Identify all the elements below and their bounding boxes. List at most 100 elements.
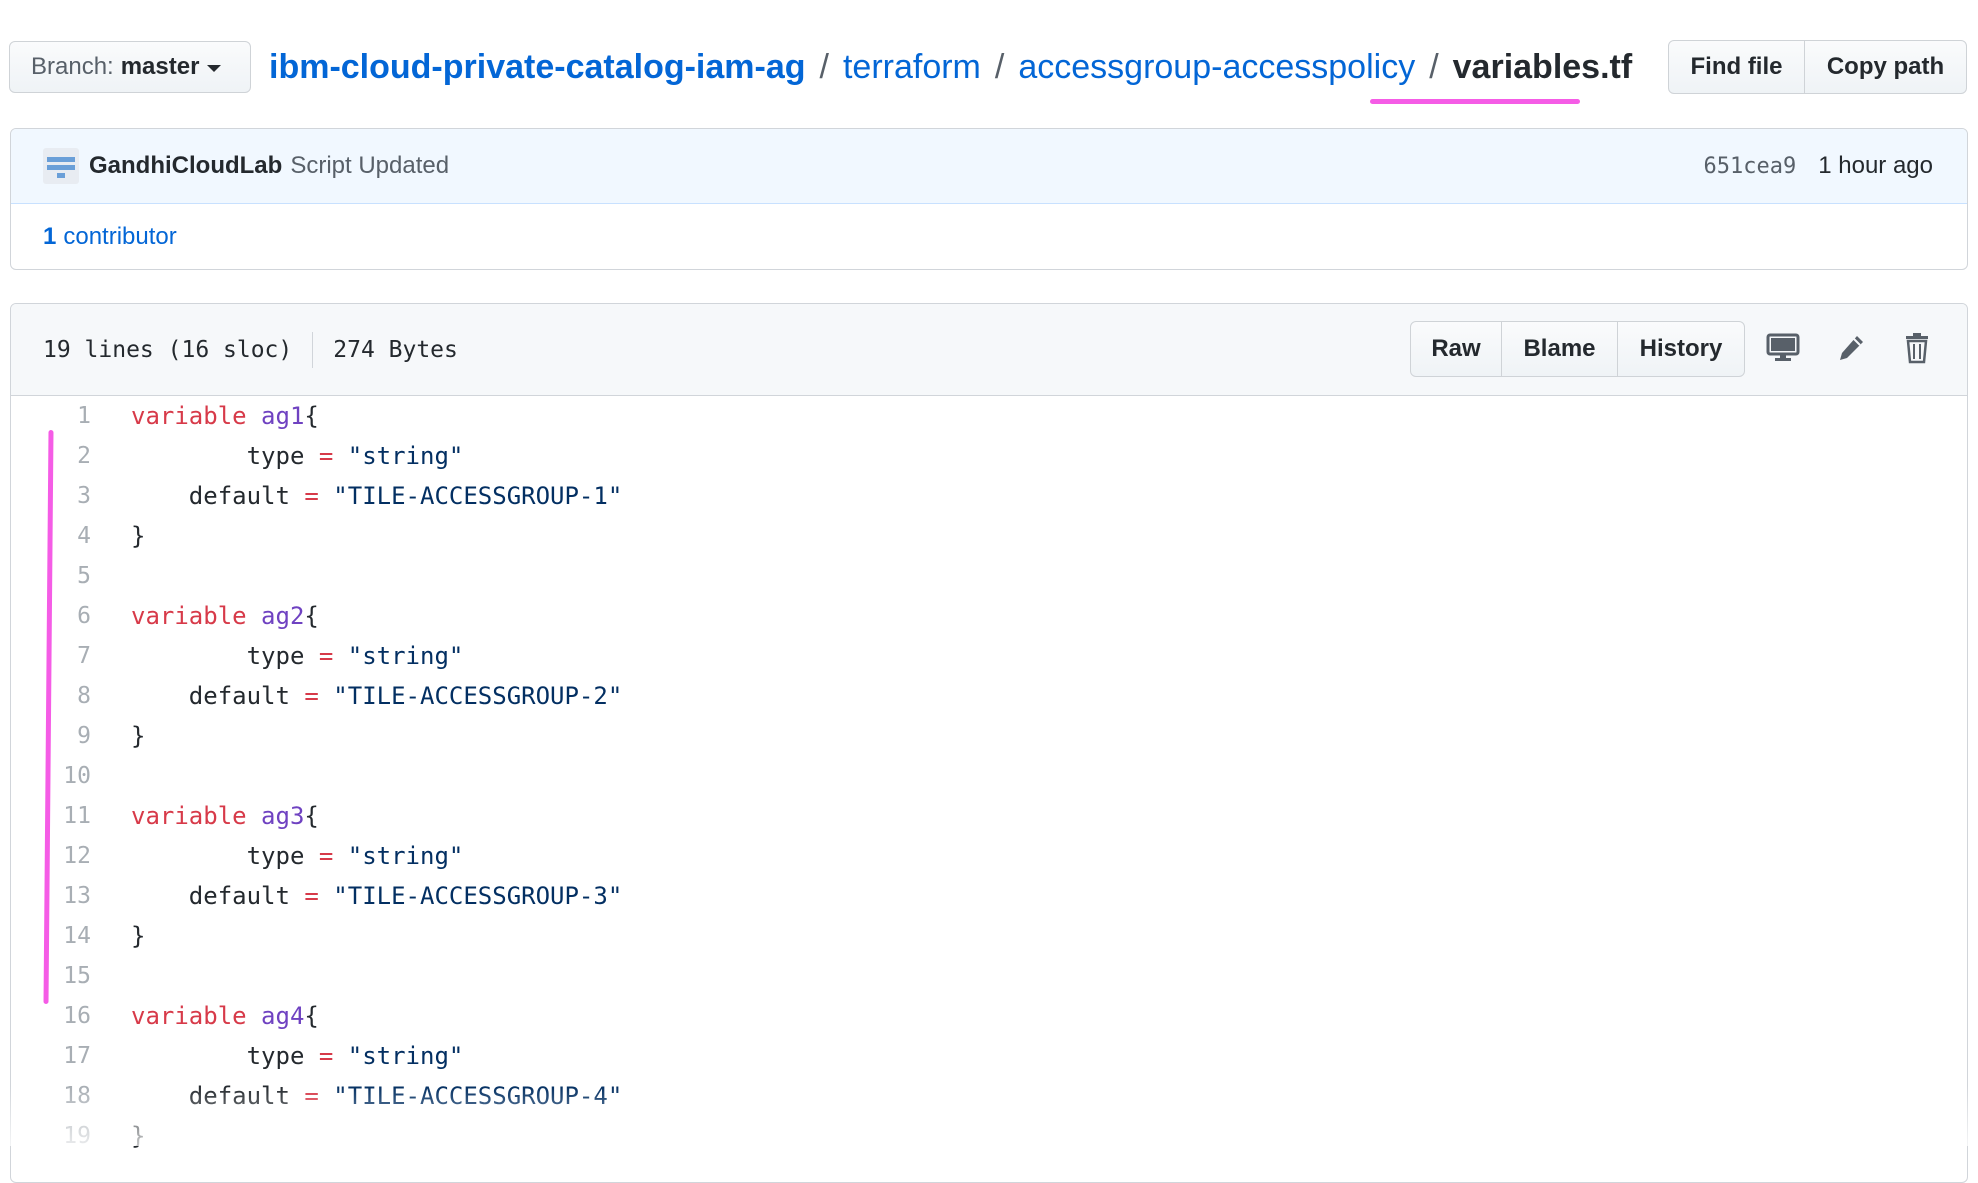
code-token: "TILE-ACCESSGROUP-1" bbox=[333, 482, 623, 510]
code-token: } bbox=[131, 922, 146, 950]
code-token: type bbox=[131, 842, 319, 870]
code-line: 2 type = "string" bbox=[11, 436, 1967, 476]
history-button[interactable]: History bbox=[1617, 321, 1745, 377]
line-number[interactable]: 12 bbox=[11, 843, 91, 869]
breadcrumb: ibm-cloud-private-catalog-iam-ag / terra… bbox=[269, 44, 1632, 90]
code-line: 4} bbox=[11, 516, 1967, 556]
line-code: default = "TILE-ACCESSGROUP-2" bbox=[91, 682, 622, 710]
breadcrumb-dir-accessgroup-accesspolicy[interactable]: accessgroup-accesspolicy bbox=[1018, 48, 1415, 87]
line-number[interactable]: 15 bbox=[11, 963, 91, 989]
desktop-icon[interactable] bbox=[1761, 326, 1805, 370]
breadcrumb-separator: / bbox=[819, 47, 829, 86]
line-number[interactable]: 19 bbox=[11, 1123, 91, 1149]
contributors-count[interactable]: 1 bbox=[43, 223, 56, 251]
commit-author-link[interactable]: GandhiCloudLab bbox=[89, 152, 282, 180]
code-line: 18 default = "TILE-ACCESSGROUP-4" bbox=[11, 1076, 1967, 1116]
commit-message-link[interactable]: Script Updated bbox=[290, 152, 449, 180]
code-token: } bbox=[131, 522, 146, 550]
file-info: 19 lines (16 sloc) 274 Bytes bbox=[43, 304, 458, 395]
breadcrumb-separator: / bbox=[1429, 47, 1439, 86]
line-number[interactable]: 18 bbox=[11, 1083, 91, 1109]
code-token: = bbox=[304, 682, 319, 710]
code-token: { bbox=[304, 802, 319, 830]
code-token: type bbox=[131, 1042, 319, 1070]
breadcrumb-current-file: variables.tf bbox=[1452, 47, 1633, 86]
contributors-row: 1 contributor bbox=[11, 204, 1967, 269]
line-number[interactable]: 11 bbox=[11, 803, 91, 829]
branch-select-button[interactable]: Branch: master bbox=[9, 41, 251, 93]
line-number[interactable]: 1 bbox=[11, 403, 91, 429]
line-code: type = "string" bbox=[91, 642, 464, 670]
blame-button[interactable]: Blame bbox=[1501, 321, 1618, 377]
code-token: "string" bbox=[347, 842, 464, 870]
trash-icon[interactable] bbox=[1895, 326, 1939, 370]
code-line: 13 default = "TILE-ACCESSGROUP-3" bbox=[11, 876, 1967, 916]
code-line: 14} bbox=[11, 916, 1967, 956]
line-number[interactable]: 13 bbox=[11, 883, 91, 909]
file-header: 19 lines (16 sloc) 274 Bytes Raw Blame H… bbox=[11, 304, 1967, 396]
code-token: = bbox=[304, 1082, 319, 1110]
contributors-link[interactable]: contributor bbox=[63, 223, 176, 251]
breadcrumb-dir-terraform[interactable]: terraform bbox=[843, 48, 981, 87]
line-number[interactable]: 17 bbox=[11, 1043, 91, 1069]
line-number[interactable]: 9 bbox=[11, 723, 91, 749]
pencil-icon[interactable] bbox=[1829, 326, 1873, 370]
code-line: 16 variable ag4{ bbox=[11, 996, 1967, 1036]
code-token: variable bbox=[131, 1002, 247, 1030]
code-token: = bbox=[318, 442, 334, 470]
code-line: 12 type = "string" bbox=[11, 836, 1967, 876]
code-line: 5 bbox=[11, 556, 1967, 596]
code-token: default bbox=[131, 1082, 305, 1110]
line-code: } bbox=[91, 922, 145, 950]
line-number[interactable]: 16 bbox=[11, 1003, 91, 1029]
code-token: } bbox=[131, 722, 146, 750]
code-token: = bbox=[304, 482, 319, 510]
code-token: { bbox=[304, 402, 319, 430]
line-code: variable ag4{ bbox=[91, 1002, 319, 1030]
code-token: "string" bbox=[347, 642, 464, 670]
code-token: ag1 bbox=[261, 402, 305, 430]
commit-sha-link[interactable]: 651cea9 bbox=[1704, 154, 1797, 179]
code-token: variable bbox=[131, 402, 247, 430]
caret-down-icon bbox=[207, 65, 222, 72]
find-file-button[interactable]: Find file bbox=[1668, 40, 1805, 94]
line-number[interactable]: 10 bbox=[11, 763, 91, 789]
commit-tease: GandhiCloudLab Script Updated 651cea9 1 … bbox=[10, 128, 1968, 270]
code-token: type bbox=[131, 642, 319, 670]
avatar[interactable] bbox=[43, 148, 79, 184]
line-code: default = "TILE-ACCESSGROUP-3" bbox=[91, 882, 622, 910]
breadcrumb-repo-link[interactable]: ibm-cloud-private-catalog-iam-ag bbox=[269, 48, 806, 87]
latest-commit-row: GandhiCloudLab Script Updated 651cea9 1 … bbox=[11, 129, 1967, 204]
copy-path-button[interactable]: Copy path bbox=[1804, 40, 1967, 94]
commit-timestamp: 1 hour ago bbox=[1818, 152, 1933, 179]
code-line: 9} bbox=[11, 716, 1967, 756]
code-token: "TILE-ACCESSGROUP-4" bbox=[333, 1082, 623, 1110]
code-token: = bbox=[304, 882, 319, 910]
code-line: 15 bbox=[11, 956, 1967, 996]
code-line: 17 type = "string" bbox=[11, 1036, 1967, 1076]
code-line: 19} bbox=[11, 1116, 1967, 1156]
line-code: default = "TILE-ACCESSGROUP-1" bbox=[91, 482, 622, 510]
line-number[interactable]: 14 bbox=[11, 923, 91, 949]
line-code: variable ag2{ bbox=[91, 602, 319, 630]
line-code: variable ag1{ bbox=[91, 402, 319, 430]
code-token: = bbox=[318, 1042, 334, 1070]
code-token: { bbox=[304, 602, 319, 630]
raw-button[interactable]: Raw bbox=[1410, 321, 1502, 377]
code-token: ag4 bbox=[261, 1002, 305, 1030]
file-viewer: 19 lines (16 sloc) 274 Bytes Raw Blame H… bbox=[10, 303, 1968, 1183]
code-token: default bbox=[131, 482, 305, 510]
code-token: { bbox=[304, 1002, 319, 1030]
highlight-underline-annotation bbox=[1370, 99, 1580, 104]
file-actions-group: Find file Copy path bbox=[1668, 40, 1967, 94]
code-token: = bbox=[318, 842, 334, 870]
